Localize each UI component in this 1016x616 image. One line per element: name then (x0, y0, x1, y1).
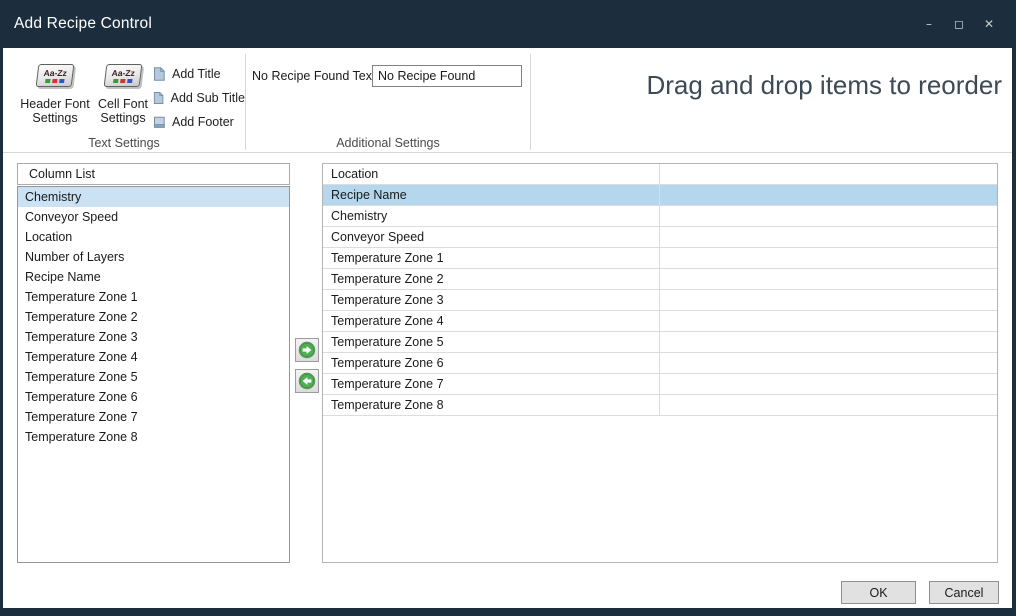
column-list-item[interactable]: Temperature Zone 5 (18, 367, 289, 387)
row-label: Recipe Name (323, 185, 660, 205)
row-label: Temperature Zone 1 (323, 248, 660, 268)
cell-font-label-line1: Cell Font (98, 97, 148, 111)
window-controls: – ◻ ✕ (918, 0, 1000, 48)
add-footer-icon (153, 115, 165, 129)
maximize-icon: ◻ (954, 17, 964, 31)
add-footer-button[interactable]: Add Footer (153, 113, 245, 131)
row-spacer (660, 395, 997, 415)
column-list-item[interactable]: Temperature Zone 1 (18, 287, 289, 307)
reorder-grid-row[interactable]: Temperature Zone 3 (323, 290, 997, 311)
header-font-icon-wrap: Aa-Zz (37, 63, 73, 87)
reorder-grid-row[interactable]: Location (323, 164, 997, 185)
cell-font-settings-button[interactable]: Aa-Zz Cell Font Settings (95, 56, 151, 144)
reorder-grid-row[interactable]: Chemistry (323, 206, 997, 227)
column-list-item[interactable]: Temperature Zone 2 (18, 307, 289, 327)
page-title: Add Recipe Control (14, 0, 152, 48)
column-list-item[interactable]: Temperature Zone 8 (18, 427, 289, 447)
row-label: Temperature Zone 3 (323, 290, 660, 310)
close-button[interactable]: ✕ (978, 13, 1000, 35)
header-font-label-line2: Settings (32, 111, 77, 125)
arrow-left-icon (298, 372, 316, 390)
row-spacer (660, 311, 997, 331)
row-label: Location (323, 164, 660, 184)
row-label: Temperature Zone 2 (323, 269, 660, 289)
add-sub-title-icon (153, 91, 164, 105)
reorder-grid-row[interactable]: Recipe Name (323, 185, 997, 206)
row-label: Temperature Zone 8 (323, 395, 660, 415)
maximize-button[interactable]: ◻ (948, 13, 970, 35)
row-label: Chemistry (323, 206, 660, 226)
add-sub-title-button[interactable]: Add Sub Title (153, 89, 245, 107)
row-spacer (660, 185, 997, 205)
reorder-grid-row[interactable]: Temperature Zone 5 (323, 332, 997, 353)
reorder-grid-row[interactable]: Temperature Zone 6 (323, 353, 997, 374)
column-list-header: Column List (17, 163, 290, 185)
minimize-icon: – (926, 17, 932, 31)
column-listbox[interactable]: ChemistryConveyor SpeedLocationNumber of… (17, 186, 290, 563)
reorder-grid-row[interactable]: Temperature Zone 8 (323, 395, 997, 416)
no-recipe-found-label: No Recipe Found Text (252, 65, 375, 87)
row-spacer (660, 290, 997, 310)
text-settings-group-label: Text Settings (3, 136, 245, 150)
row-spacer (660, 206, 997, 226)
column-list-item[interactable]: Temperature Zone 3 (18, 327, 289, 347)
font-settings-icon: Aa-Zz (104, 64, 143, 87)
reorder-grid-row[interactable]: Temperature Zone 7 (323, 374, 997, 395)
row-label: Temperature Zone 7 (323, 374, 660, 394)
dialog-body: Aa-Zz Header Font Settings Aa-Zz Cell Fo… (3, 48, 1012, 608)
column-list-item[interactable]: Temperature Zone 6 (18, 387, 289, 407)
row-label: Conveyor Speed (323, 227, 660, 247)
reorder-grid-row[interactable]: Conveyor Speed (323, 227, 997, 248)
row-label: Temperature Zone 4 (323, 311, 660, 331)
header-font-label-line1: Header Font (20, 97, 89, 111)
close-icon: ✕ (984, 17, 994, 31)
drag-drop-hint: Drag and drop items to reorder (646, 70, 1002, 101)
row-spacer (660, 248, 997, 268)
row-spacer (660, 227, 997, 247)
row-label: Temperature Zone 5 (323, 332, 660, 352)
reorder-grid-row[interactable]: Temperature Zone 1 (323, 248, 997, 269)
column-list-item[interactable]: Temperature Zone 7 (18, 407, 289, 427)
row-spacer (660, 374, 997, 394)
column-list-item[interactable]: Recipe Name (18, 267, 289, 287)
cell-font-label-line2: Settings (100, 111, 145, 125)
column-list-item[interactable]: Temperature Zone 4 (18, 347, 289, 367)
add-title-button[interactable]: Add Title (153, 65, 245, 83)
add-title-icon (153, 67, 165, 81)
minimize-button[interactable]: – (918, 13, 940, 35)
group-separator (530, 54, 531, 150)
row-spacer (660, 269, 997, 289)
move-right-button[interactable] (295, 338, 319, 362)
column-list-item[interactable]: Location (18, 227, 289, 247)
additional-settings-group-label: Additional Settings (246, 136, 530, 150)
column-list-item[interactable]: Number of Layers (18, 247, 289, 267)
move-left-button[interactable] (295, 369, 319, 393)
cancel-button[interactable]: Cancel (929, 581, 999, 604)
column-list-item[interactable]: Conveyor Speed (18, 207, 289, 227)
reorder-grid-row[interactable]: Temperature Zone 4 (323, 311, 997, 332)
arrow-right-icon (298, 341, 316, 359)
no-recipe-found-input[interactable] (372, 65, 522, 87)
row-spacer (660, 353, 997, 373)
ok-button[interactable]: OK (841, 581, 916, 604)
reorder-grid-row[interactable]: Temperature Zone 2 (323, 269, 997, 290)
row-label: Temperature Zone 6 (323, 353, 660, 373)
reorder-grid[interactable]: LocationRecipe NameChemistryConveyor Spe… (322, 163, 998, 563)
column-list-item[interactable]: Chemistry (18, 187, 289, 207)
row-spacer (660, 164, 997, 184)
header-font-settings-button[interactable]: Aa-Zz Header Font Settings (17, 56, 93, 144)
title-bar: Add Recipe Control – ◻ ✕ (0, 0, 1016, 48)
font-settings-icon: Aa-Zz (36, 64, 75, 87)
cell-font-icon-wrap: Aa-Zz (105, 63, 141, 87)
ribbon: Aa-Zz Header Font Settings Aa-Zz Cell Fo… (3, 48, 1012, 153)
row-spacer (660, 332, 997, 352)
